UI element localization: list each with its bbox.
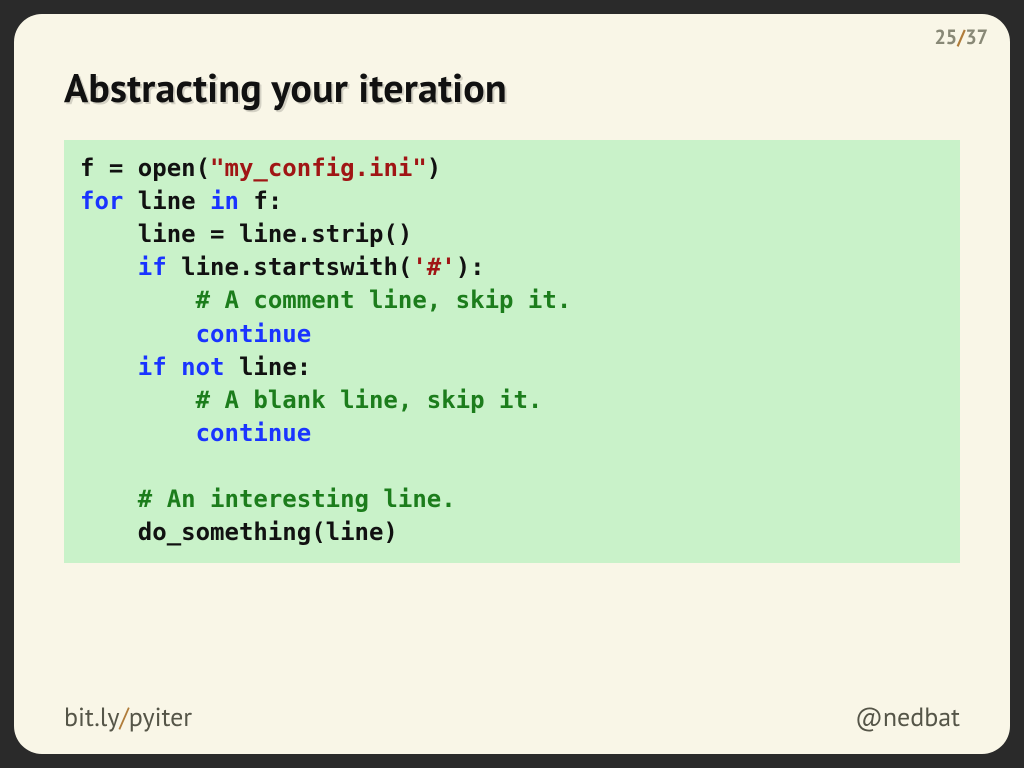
- code-keyword: continue: [196, 419, 312, 447]
- footer-handle: @nedbat: [855, 701, 960, 734]
- code-comment: # An interesting line.: [80, 485, 456, 513]
- code-comment: # A blank line, skip it.: [80, 386, 542, 414]
- code-indent: [80, 320, 196, 348]
- slide-title: Abstracting your iteration: [64, 62, 960, 114]
- stage: 25/37 Abstracting your iteration f = ope…: [0, 0, 1024, 768]
- code-text: do_something(line): [80, 518, 398, 546]
- code-text: line:: [225, 353, 312, 381]
- footer-url-host: bit.ly: [64, 701, 120, 734]
- code-text: ): [427, 154, 441, 182]
- code-comment: # A comment line, skip it.: [80, 286, 571, 314]
- code-indent: [80, 419, 196, 447]
- code-text: line.startswith(: [167, 253, 413, 281]
- code-block: f = open("my_config.ini") for line in f:…: [64, 140, 960, 563]
- slide-footer: bit.ly/pyiter @nedbat: [64, 701, 960, 734]
- code-keyword: if: [138, 353, 167, 381]
- footer-url-sep: /: [120, 701, 129, 734]
- page-current: 25: [934, 24, 957, 50]
- code-text: line = line.strip(): [80, 220, 412, 248]
- page-number: 25/37: [934, 24, 988, 50]
- code-text: [167, 353, 181, 381]
- code-keyword: for: [80, 187, 123, 215]
- code-keyword: not: [181, 353, 224, 381]
- code-indent: [80, 353, 138, 381]
- page-total: 37: [965, 24, 988, 50]
- code-string: "my_config.ini": [210, 154, 427, 182]
- code-string: '#': [412, 253, 455, 281]
- code-text: ):: [456, 253, 485, 281]
- code-text: f = open(: [80, 154, 210, 182]
- slide: 25/37 Abstracting your iteration f = ope…: [14, 14, 1010, 754]
- code-keyword: in: [210, 187, 239, 215]
- code-indent: [80, 253, 138, 281]
- footer-url-path: pyiter: [129, 701, 192, 734]
- code-text: line: [123, 187, 210, 215]
- code-keyword: continue: [196, 320, 312, 348]
- footer-url: bit.ly/pyiter: [64, 701, 192, 734]
- code-keyword: if: [138, 253, 167, 281]
- code-text: f:: [239, 187, 282, 215]
